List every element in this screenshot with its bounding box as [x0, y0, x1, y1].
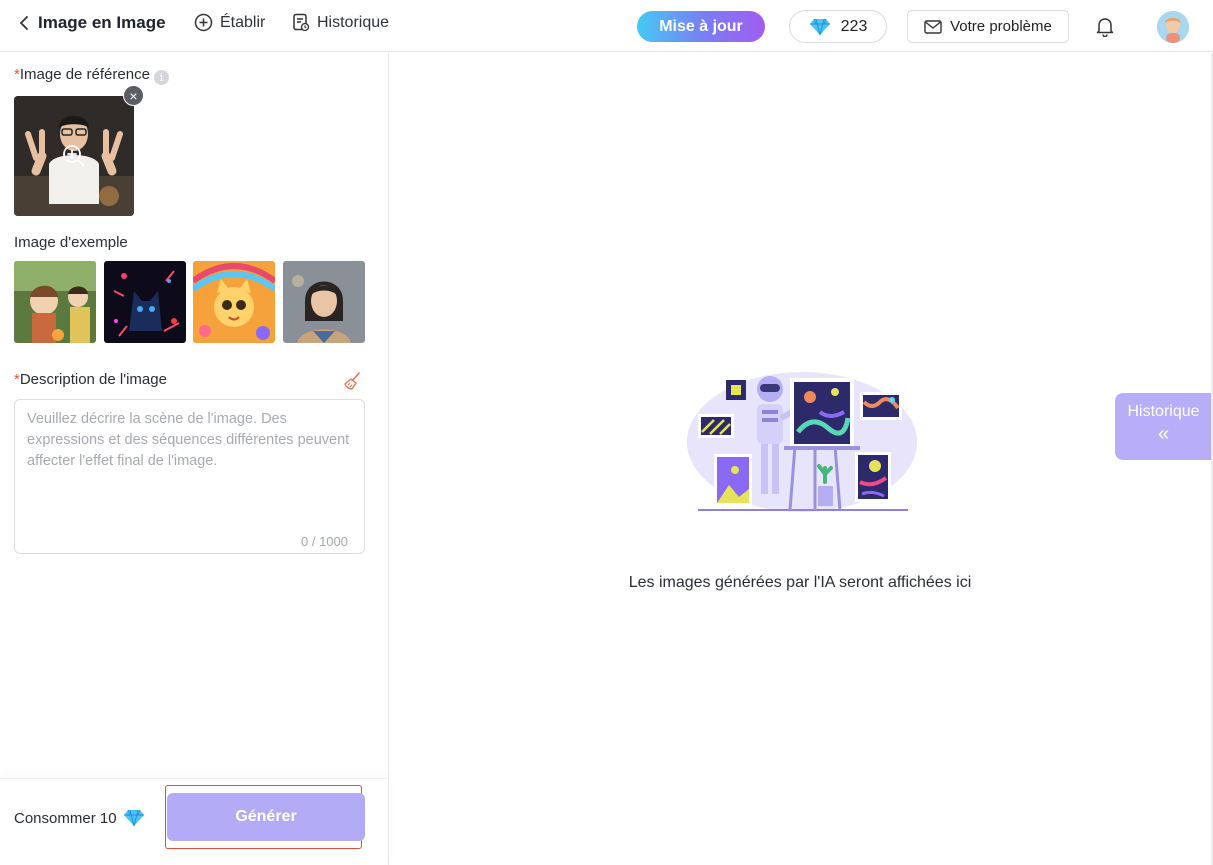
- generate-bar: Consommer 10 Générer: [0, 778, 389, 865]
- char-counter: 0 / 1000: [301, 534, 348, 549]
- example-thumb-1[interactable]: [14, 261, 96, 343]
- clear-broom-icon[interactable]: [343, 371, 363, 391]
- mail-icon: [924, 19, 942, 34]
- description-field[interactable]: 0 / 1000: [14, 399, 365, 554]
- reference-image-preview[interactable]: [14, 96, 134, 216]
- history-tab-label: Historique: [1127, 403, 1200, 420]
- reference-image-label: *Image de référence i: [14, 66, 169, 85]
- plus-circle-icon: [194, 13, 213, 32]
- user-avatar[interactable]: [1157, 11, 1189, 43]
- description-input[interactable]: [27, 409, 352, 519]
- example-thumb-4[interactable]: [283, 261, 365, 343]
- description-label: *Description de l'image: [14, 371, 167, 388]
- remove-reference-button[interactable]: ×: [123, 85, 144, 106]
- zoom-in-icon[interactable]: [62, 144, 86, 168]
- nav-historique-label: Historique: [317, 13, 390, 31]
- empty-state-message: Les images générées par l'IA seront affi…: [628, 574, 972, 591]
- back-button[interactable]: Image en Image: [18, 13, 166, 33]
- example-thumb-2[interactable]: [104, 261, 186, 343]
- history-side-tab[interactable]: Historique «: [1115, 393, 1212, 460]
- nav-etablir[interactable]: Établir: [194, 13, 265, 32]
- consume-label: Consommer 10: [14, 809, 117, 827]
- consume-cost: Consommer 10: [14, 809, 145, 827]
- generate-label: Générer: [235, 808, 297, 825]
- double-chevron-left-icon: «: [1157, 423, 1170, 445]
- example-image-label: Image d'exemple: [14, 234, 128, 251]
- upgrade-label: Mise à jour: [659, 17, 743, 35]
- reference-image-label-text: Image de référence: [19, 66, 150, 83]
- anime-camping-image: [14, 261, 96, 343]
- page-title: Image en Image: [38, 13, 166, 32]
- diamond-icon: [123, 809, 144, 827]
- report-problem-button[interactable]: Votre problème: [907, 10, 1069, 43]
- bell-icon[interactable]: [1094, 15, 1116, 37]
- report-problem-label: Votre problème: [950, 18, 1052, 35]
- empty-state-illustration: [687, 372, 917, 512]
- top-bar: Image en Image Établir Historique Mise à…: [0, 0, 1213, 52]
- gems-count: 223: [840, 17, 868, 35]
- avatar-image: [1157, 11, 1189, 43]
- nav-etablir-label: Établir: [220, 13, 266, 31]
- info-icon[interactable]: i: [153, 70, 169, 85]
- nav-historique[interactable]: Historique: [292, 13, 389, 32]
- neon-cat-image: [104, 261, 186, 343]
- description-label-text: Description de l'image: [19, 371, 167, 388]
- cartoon-cat-image: [193, 261, 275, 343]
- chevron-left-icon: [19, 16, 28, 30]
- settings-panel: *Image de référencei × Image d'exemple: [0, 53, 389, 865]
- generate-button[interactable]: Générer: [167, 793, 365, 841]
- history-doc-icon: [293, 13, 310, 32]
- diamond-icon: [809, 18, 830, 35]
- upgrade-button[interactable]: Mise à jour: [637, 11, 765, 42]
- woman-portrait-image: [283, 261, 365, 343]
- gems-balance[interactable]: 223: [789, 10, 887, 43]
- example-thumb-3[interactable]: [193, 261, 275, 343]
